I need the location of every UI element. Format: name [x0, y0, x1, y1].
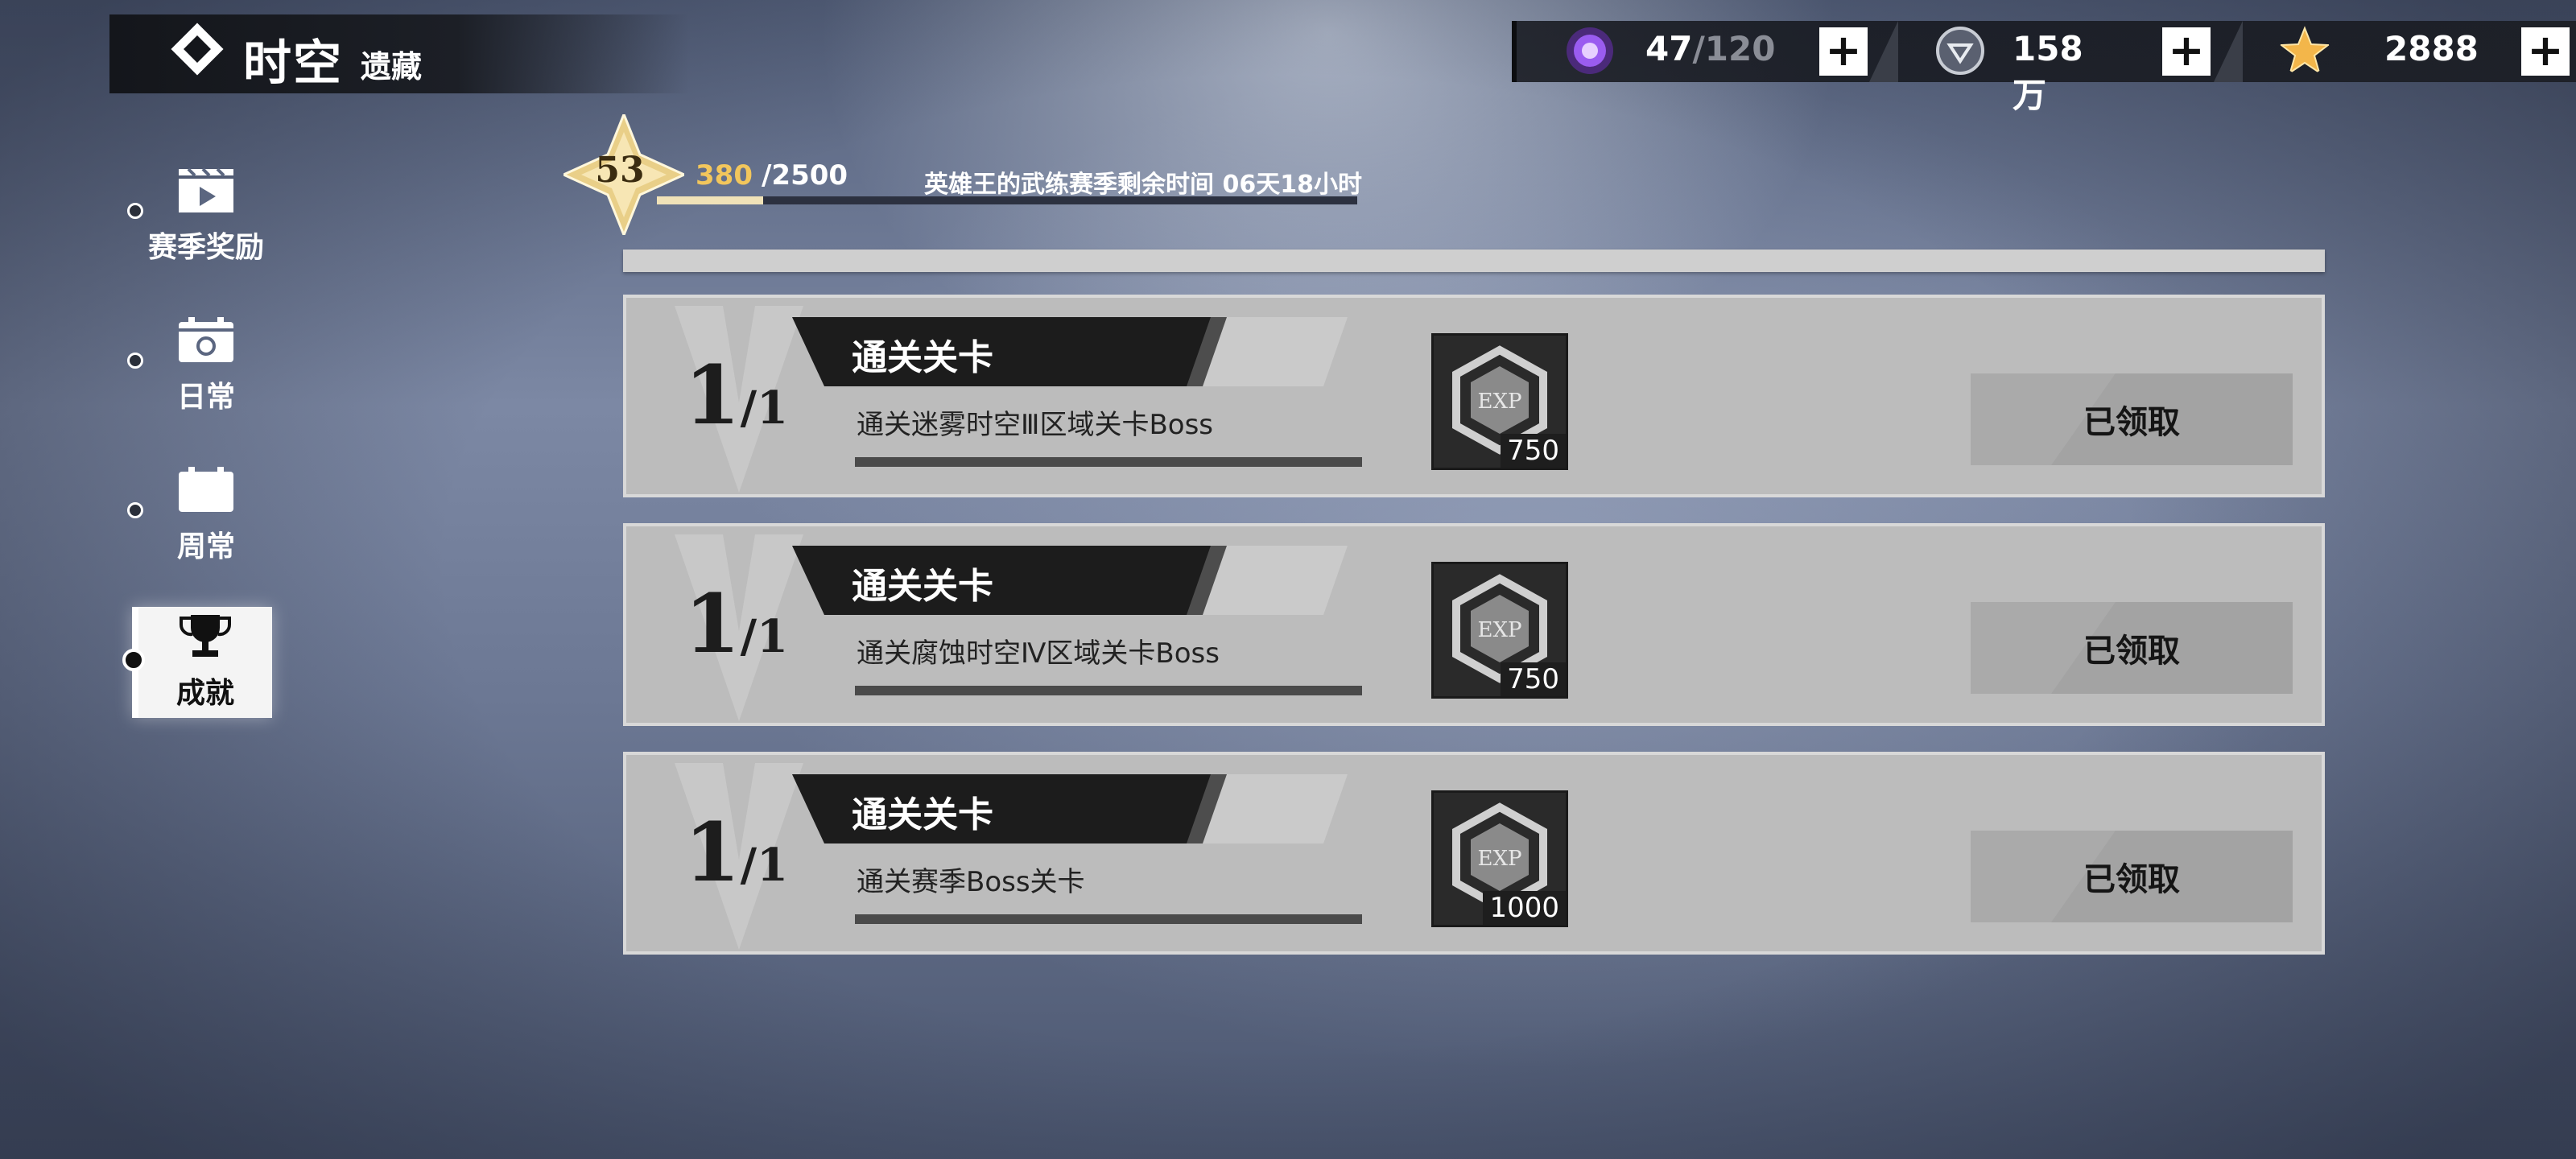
nav-label: 赛季奖励	[147, 230, 264, 264]
task-card: 1/1 通关关卡 通关迷雾时空Ⅲ区域关卡Boss EXP 750 已领取	[623, 295, 2325, 497]
add-stamina-button[interactable]: +	[1819, 27, 1868, 76]
task-progress-bar	[855, 686, 1362, 695]
task-progress-count: 1/1	[684, 576, 789, 671]
task-card: 1/1 通关关卡 通关腐蚀时空Ⅳ区域关卡Boss EXP 750 已领取	[623, 523, 2325, 726]
nav-label: 日常	[176, 380, 235, 414]
nav-weekly[interactable]: 周常	[134, 465, 279, 565]
claimed-button[interactable]: 已领取	[1971, 831, 2293, 922]
task-title: 通关关卡	[852, 794, 993, 835]
daily-calendar-icon	[179, 317, 233, 362]
task-title: 通关关卡	[852, 337, 993, 378]
nav-label: 成就	[175, 676, 234, 710]
task-description: 通关迷雾时空Ⅲ区域关卡Boss	[857, 409, 1213, 441]
svg-text:EXP: EXP	[1478, 390, 1522, 414]
nav-season-rewards[interactable]: 赛季奖励	[134, 166, 279, 266]
claimed-label: 已领取	[2083, 632, 2180, 670]
level-progress-fill	[657, 196, 764, 204]
svg-text:EXP: EXP	[1478, 618, 1522, 642]
season-remaining-text: 英雄王的武练赛季剩余时间 06天18小时	[924, 171, 1362, 199]
page-title: 时空	[243, 35, 343, 92]
task-progress-bar	[855, 457, 1362, 467]
task-card: 1/1 通关关卡 通关赛季Boss关卡 EXP 1000 已领取	[623, 752, 2325, 955]
level-exp-current: 380	[696, 159, 753, 192]
gold-star-icon	[2280, 26, 2330, 75]
divider	[1869, 21, 1898, 82]
coin-value: 158万	[2013, 29, 2083, 115]
level-exp-max: /2500	[762, 159, 848, 192]
add-coin-button[interactable]: +	[2162, 27, 2211, 76]
task-title: 通关关卡	[852, 566, 993, 607]
stamina-value: 47/120	[1645, 29, 1776, 68]
nav-achievements[interactable]: 成就	[132, 607, 272, 718]
reward-item[interactable]: EXP 750	[1431, 333, 1568, 470]
level-number: 53	[595, 150, 645, 191]
claimed-button[interactable]: 已领取	[1971, 602, 2293, 694]
task-description: 通关腐蚀时空Ⅳ区域关卡Boss	[857, 637, 1220, 670]
list-top-edge	[623, 250, 2325, 272]
star-value: 2888	[2384, 29, 2479, 68]
divider	[2214, 21, 2243, 82]
reward-quantity: 1000	[1483, 891, 1566, 925]
nav-daily[interactable]: 日常	[134, 316, 279, 415]
silver-coin-icon	[1936, 27, 1984, 75]
add-star-button[interactable]: +	[2521, 27, 2570, 76]
svg-text:EXP: EXP	[1478, 847, 1522, 871]
reward-item[interactable]: EXP 1000	[1431, 790, 1568, 927]
reward-quantity: 750	[1501, 662, 1566, 696]
purple-orb-icon	[1567, 27, 1613, 74]
claimed-button[interactable]: 已领取	[1971, 373, 2293, 465]
clapperboard-icon	[179, 167, 233, 212]
task-description: 通关赛季Boss关卡	[857, 866, 1085, 898]
reward-quantity: 750	[1501, 434, 1566, 468]
claimed-label: 已领取	[2083, 403, 2180, 441]
trophy-icon	[179, 615, 232, 657]
reward-item[interactable]: EXP 750	[1431, 562, 1568, 699]
page-subtitle: 遗藏	[361, 48, 423, 85]
task-progress-bar	[855, 914, 1362, 924]
claimed-label: 已领取	[2083, 860, 2180, 898]
task-progress-count: 1/1	[684, 805, 789, 900]
task-progress-count: 1/1	[684, 348, 789, 443]
nav-dot-active	[122, 649, 145, 671]
weekly-calendar-icon	[179, 467, 233, 512]
currency-bar: 47/120 + 158万 + 2888 +	[1512, 21, 2576, 115]
nav-label: 周常	[176, 530, 235, 563]
